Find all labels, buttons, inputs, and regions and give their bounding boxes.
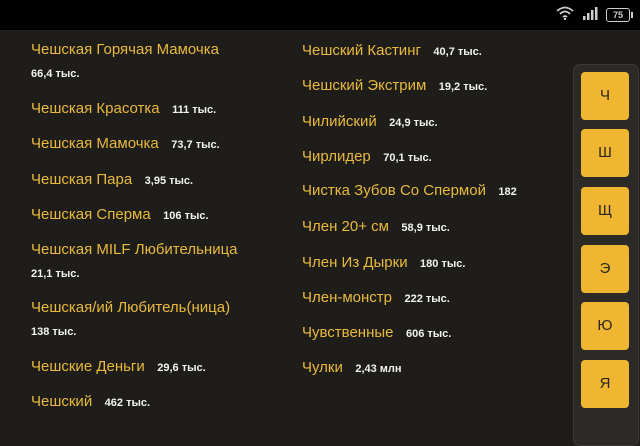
list-item[interactable]: Чешская Сперма 106 тыс. [31, 206, 209, 224]
item-name: Чешский Экстрим [302, 77, 427, 94]
list-item[interactable]: Чешская Красотка 111 тыс. [31, 100, 216, 118]
item-name: Член Из Дырки [302, 254, 408, 271]
item-name: Чирлидер [302, 148, 371, 165]
index-letter-che[interactable]: Ч [581, 72, 629, 120]
item-count: 66,4 тыс. [31, 68, 80, 80]
item-name: Чистка Зубов Со Спермой [302, 182, 486, 199]
status-icons: 75 [556, 6, 633, 25]
item-count: 73,7 тыс. [171, 139, 220, 151]
index-letter-sha[interactable]: Ш [581, 129, 629, 177]
status-bar: 75 [0, 0, 640, 30]
list-item[interactable]: Член-монстр 222 тыс. [302, 289, 450, 307]
item-name: Чешская Мамочка [31, 135, 159, 152]
item-count: 606 тыс. [405, 328, 452, 340]
item-name: Чешская Горячая Мамочка [31, 41, 219, 58]
list-item[interactable]: Чешская Горячая Мамочка 66,4 тыс. [31, 41, 219, 80]
list-item[interactable]: Чистка Зубов Со Спермой 182 [302, 182, 517, 200]
item-count: 182 [498, 186, 517, 198]
item-count: 21,1 тыс. [31, 268, 80, 280]
item-name: Чулки [302, 359, 343, 376]
item-name: Чешская/ий Любитель(ница) [31, 299, 231, 316]
item-count: 3,95 тыс. [144, 175, 194, 187]
item-name: Член 20+ см [302, 218, 389, 235]
item-count: 138 тыс. [31, 326, 77, 338]
item-count: 19,2 тыс. [438, 81, 488, 93]
item-count: 222 тыс. [404, 293, 450, 305]
item-name: Чешская Пара [31, 171, 133, 188]
signal-icon [582, 6, 598, 25]
alphabet-index: Ч Ш Щ Э Ю Я [573, 64, 639, 446]
index-letter-ya[interactable]: Я [581, 360, 629, 408]
item-count: 70,1 тыс. [383, 152, 432, 164]
item-name: Чилийский [302, 113, 377, 130]
item-name: Чувственные [302, 324, 394, 341]
item-count: 106 тыс. [163, 210, 209, 222]
list-item[interactable]: Чешская MILF Любительница 21,1 тыс. [31, 241, 238, 280]
list-item[interactable]: Чулки 2,43 млн [302, 359, 402, 377]
item-count: 462 тыс. [104, 397, 151, 409]
wifi-icon [556, 6, 574, 25]
list-item[interactable]: Чувственные 606 тыс. [302, 324, 451, 342]
item-count: 180 тыс. [420, 258, 466, 270]
item-count: 40,7 тыс. [433, 46, 482, 58]
list-item[interactable]: Чешская Мамочка 73,7 тыс. [31, 135, 220, 153]
item-name: Чешская Сперма [31, 206, 151, 223]
battery-icon: 75 [606, 8, 633, 22]
list-item[interactable]: Чирлидер 70,1 тыс. [302, 148, 432, 166]
item-count: 111 тыс. [172, 104, 217, 116]
list-item[interactable]: Чешский Экстрим 19,2 тыс. [302, 77, 487, 95]
list-item[interactable]: Член Из Дырки 180 тыс. [302, 254, 465, 272]
category-list: Чешская Горячая Мамочка 66,4 тыс. Чешска… [0, 30, 570, 436]
item-name: Член-монстр [302, 289, 393, 306]
item-count: 24,9 тыс. [389, 117, 438, 129]
item-name: Чешский Кастинг [302, 42, 421, 59]
item-count: 58,9 тыс. [401, 222, 450, 234]
index-letter-shcha[interactable]: Щ [581, 187, 629, 235]
list-item[interactable]: Чилийский 24,9 тыс. [302, 113, 438, 131]
item-name: Чешские Деньги [31, 358, 145, 375]
item-count: 29,6 тыс. [157, 362, 206, 374]
item-count: 2,43 млн [355, 363, 402, 375]
list-item[interactable]: Член 20+ см 58,9 тыс. [302, 218, 450, 236]
item-name: Чешская MILF Любительница [31, 241, 238, 258]
list-item[interactable]: Чешский Кастинг 40,7 тыс. [302, 42, 482, 60]
list-item[interactable]: Чешская/ий Любитель(ница) 138 тыс. [31, 299, 230, 338]
list-item[interactable]: Чешский 462 тыс. [31, 393, 150, 411]
item-name: Чешский [31, 393, 93, 410]
list-item[interactable]: Чешская Пара 3,95 тыс. [31, 171, 193, 189]
index-letter-e[interactable]: Э [581, 245, 629, 293]
list-item[interactable]: Чешские Деньги 29,6 тыс. [31, 358, 206, 376]
index-letter-yu[interactable]: Ю [581, 302, 629, 350]
item-name: Чешская Красотка [31, 100, 160, 117]
